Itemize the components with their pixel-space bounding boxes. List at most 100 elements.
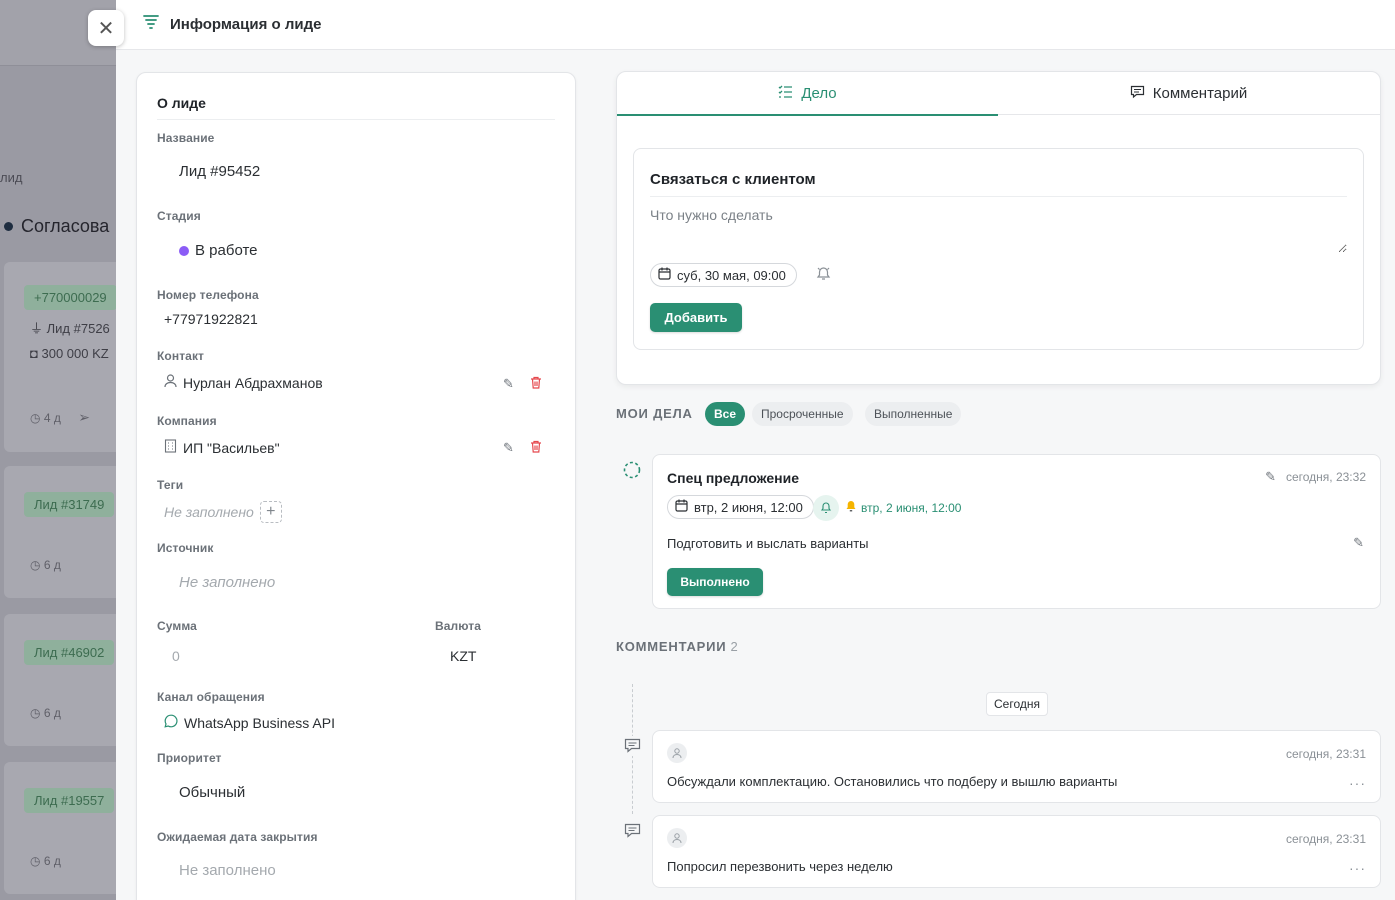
background-card-chip: Лид #46902 (24, 640, 115, 665)
user-icon (164, 374, 177, 391)
edit-company-pencil-icon[interactable]: ✎ (503, 440, 514, 456)
background-stage-name: Согласова (21, 216, 110, 236)
deal-title: Спец предложение (667, 470, 799, 486)
deal-reminder-value: втр, 2 июня, 12:00 (861, 501, 962, 515)
send-icon: ➢ (78, 409, 90, 425)
more-options-icon[interactable]: ··· (1349, 775, 1366, 791)
company-link[interactable]: ИП "Васильев" (164, 439, 280, 456)
task-type-title: Связаться с клиентом (650, 171, 816, 188)
my-deals-title: МОИ ДЕЛА (616, 406, 693, 421)
divider (650, 196, 1347, 197)
deal-description: Подготовить и выслать варианты (667, 536, 869, 551)
building-icon (164, 439, 177, 456)
comment-text: Попросил перезвонить через неделю (667, 859, 893, 874)
tab-comment[interactable]: Комментарий (998, 72, 1379, 115)
edit-description-pencil-icon[interactable]: ✎ (1353, 535, 1364, 551)
deal-date-value: втр, 2 июня, 12:00 (694, 499, 803, 515)
mark-done-button[interactable]: Выполнено (667, 568, 763, 596)
new-task-form: Связаться с клиентом суб, 30 мая, 09:00 … (633, 148, 1364, 350)
tags-label: Теги (157, 478, 184, 492)
add-tag-plus-icon[interactable]: + (259, 501, 282, 523)
whatsapp-icon (164, 714, 178, 731)
close-date-label: Ожидаемая дата закрытия (157, 830, 318, 844)
drawer-title: Информация о лиде (170, 16, 322, 33)
delete-contact-trash-icon[interactable] (530, 376, 542, 392)
deal-reminder: втр, 2 июня, 12:00 (845, 500, 961, 516)
background-kanban: лид Согласова +770000029 ⏚ Лид #7526 ◘ 3… (0, 0, 116, 900)
background-card-age: ◷ 6 д (30, 558, 61, 572)
tabs: Дело Комментарий (617, 72, 1380, 116)
edit-contact-pencil-icon[interactable]: ✎ (503, 376, 514, 392)
comment-time: сегодня, 23:31 (1285, 832, 1366, 846)
channel-value: WhatsApp Business API (184, 714, 335, 731)
stage-value: В работе (195, 242, 258, 259)
contact-link[interactable]: Нурлан Абдрахманов (164, 374, 323, 391)
name-field[interactable]: Лид #95452 (179, 163, 260, 180)
deal-time: сегодня, 23:32 (1285, 470, 1366, 484)
timer-icon: ◷ (30, 558, 41, 572)
comment-timeline-icon (622, 736, 642, 756)
filter-all[interactable]: Все (705, 402, 746, 426)
currency-select[interactable]: KZT (450, 648, 476, 664)
tags-field[interactable]: Не заполнено + (164, 501, 282, 523)
tab-label: Дело (801, 85, 837, 102)
bell-icon[interactable] (813, 495, 839, 521)
tab-label: Комментарий (1152, 85, 1248, 102)
contact-value: Нурлан Абдрахманов (183, 374, 323, 391)
background-card-chip: Лид #31749 (24, 492, 115, 517)
background-lid-label: лид (0, 170, 23, 185)
funnel-icon (142, 13, 160, 36)
bag-icon: ◘ (30, 346, 38, 361)
bell-off-icon[interactable] (816, 266, 831, 286)
channel-field[interactable]: WhatsApp Business API (164, 714, 335, 731)
list-check-icon (778, 85, 793, 102)
comment-item: сегодня, 23:31 Попросил перезвонить чере… (652, 815, 1381, 888)
background-card-age: ◷ 6 д (30, 706, 61, 720)
filter-overdue[interactable]: Просроченные (752, 402, 853, 426)
filter-completed[interactable]: Выполненные (865, 402, 962, 426)
background-card (4, 614, 116, 746)
sum-label: Сумма (157, 619, 197, 633)
priority-select[interactable]: Обычный (179, 784, 245, 801)
background-card-age: ◷ 6 д (30, 854, 61, 868)
bell-filled-icon (845, 500, 857, 516)
background-stage: Согласова (4, 216, 109, 237)
avatar (667, 828, 687, 848)
task-description-input[interactable] (650, 207, 1347, 253)
stage-select[interactable]: В работе (179, 242, 258, 259)
pending-status-icon[interactable] (622, 460, 642, 485)
background-card-age: ◷ 4 д ➢ (30, 409, 90, 425)
deal-card: Спец предложение ✎ сегодня, 23:32 втр, 2… (652, 454, 1381, 609)
source-field[interactable]: Не заполнено (179, 574, 275, 591)
name-label: Название (157, 131, 215, 145)
sum-field[interactable]: 0 (172, 648, 180, 664)
timer-icon: ◷ (30, 411, 41, 425)
tags-value: Не заполнено (164, 504, 254, 520)
more-options-icon[interactable]: ··· (1349, 860, 1366, 876)
close-date-field[interactable]: Не заполнено (179, 862, 276, 879)
phone-field[interactable]: +77971922821 (164, 311, 258, 327)
comment-timeline-icon (622, 821, 642, 841)
deal-meta: ✎ сегодня, 23:32 (1265, 469, 1366, 485)
background-card-name: ⏚ Лид #7526 (30, 321, 110, 336)
timer-icon: ◷ (30, 706, 41, 720)
divider (157, 119, 555, 120)
edit-deal-pencil-icon[interactable]: ✎ (1265, 469, 1276, 485)
stage-color-dot (179, 245, 189, 256)
deal-date-picker[interactable]: втр, 2 июня, 12:00 (667, 495, 814, 519)
section-title: О лиде (157, 95, 206, 111)
tab-deal[interactable]: Дело (617, 72, 998, 116)
calendar-icon (658, 267, 671, 283)
comment-item: сегодня, 23:31 Обсуждали комплектацию. О… (652, 730, 1381, 803)
contact-label: Контакт (157, 349, 205, 363)
avatar (667, 743, 687, 763)
delete-company-trash-icon[interactable] (530, 440, 542, 456)
currency-label: Валюта (435, 619, 482, 633)
channel-label: Канал обращения (157, 690, 265, 704)
task-date-picker[interactable]: суб, 30 мая, 09:00 (650, 263, 797, 287)
lead-info-card: О лиде Название Лид #95452 Стадия В рабо… (136, 72, 576, 900)
add-task-button[interactable]: Добавить (650, 303, 742, 332)
comments-count: 2 (730, 639, 738, 654)
close-button[interactable]: ✕ (88, 10, 124, 46)
company-value: ИП "Васильев" (183, 439, 280, 456)
